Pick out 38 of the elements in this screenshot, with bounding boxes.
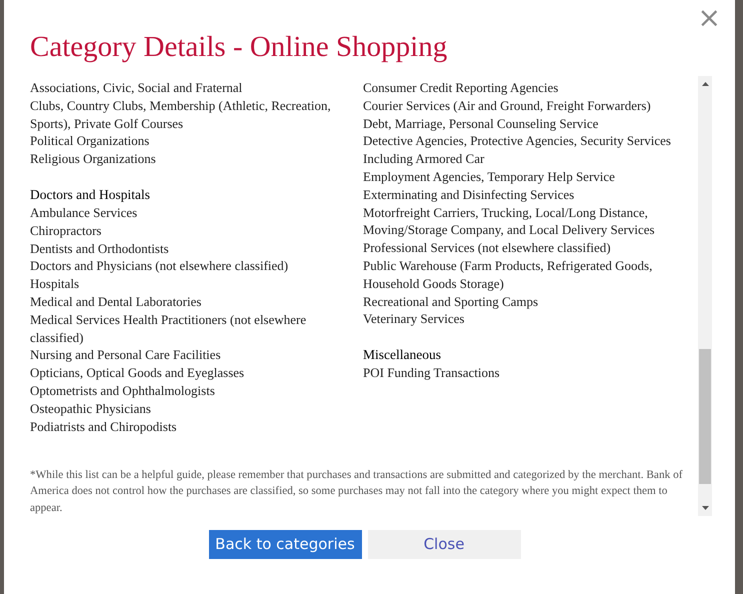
category-item: Ambulance Services	[30, 204, 138, 222]
group-heading: Doctors and Hospitals	[30, 186, 151, 204]
category-item: Debt, Marriage, Personal Counseling Service	[363, 114, 600, 132]
category-item: Including Armored Car	[363, 150, 486, 168]
scroll-down-icon[interactable]	[702, 506, 708, 510]
category-item: Medical and Dental Laboratories	[30, 292, 202, 311]
dialog-title: Category Details - Online Shopping	[30, 30, 448, 64]
close-button[interactable]: Close	[368, 530, 520, 559]
category-item: Associations, Civic, Social and Fraternal	[30, 79, 244, 97]
category-item: Opticians, Optical Goods and Eyeglasses	[30, 364, 246, 382]
category-item: Employment Agencies, Temporary Help Service	[363, 168, 616, 186]
category-item: Nursing and Personal Care Facilities	[30, 346, 222, 364]
category-item: Osteopathic Physicians	[30, 400, 152, 418]
category-item: Consumer Credit Reporting Agencies	[363, 79, 560, 97]
category-item: Clubs, Country Clubs, Membership (Athletic, Recreation, Sports), Private Golf Courses	[30, 96, 332, 132]
category-item: Dentists and Orthodontists	[30, 240, 170, 258]
category-item: Public Warehouse (Farm Products, Refrigerated Goods, Household Goods Storage)	[363, 256, 654, 293]
category-item: Medical Services Health Practitioners (not elsewhere classified)	[30, 310, 308, 346]
back-button[interactable]: Back to categories	[208, 530, 362, 559]
scrollbar-thumb[interactable]	[699, 349, 711, 484]
category-item: Exterminating and Disinfecting Services	[363, 186, 576, 204]
category-item: Podiatrists and Chiropodists	[30, 418, 178, 436]
category-item: POI Funding Transactions	[363, 364, 501, 382]
category-item: Veterinary Services	[363, 310, 466, 328]
category-item: Chiropractors	[30, 222, 102, 240]
scroll-up-icon[interactable]	[702, 82, 708, 86]
category-item: Optometrists and Ophthalmologists	[30, 382, 216, 400]
category-item: Religious Organizations	[30, 150, 157, 168]
category-item: Professional Services (not elsewhere classified)	[363, 239, 612, 257]
category-item: Political Organizations	[30, 132, 150, 150]
category-item: Doctors and Physicians (not elsewhere classified)	[30, 257, 290, 276]
category-item: Detective Agencies, Protective Agencies, Security Services	[363, 132, 672, 150]
category-item: Courier Services (Air and Ground, Freight Forwarders)	[363, 96, 652, 115]
category-item: Hospitals	[30, 275, 80, 293]
category-item: Recreational and Sporting Camps	[363, 292, 540, 310]
footnote-text: *While this list can be a helpful guide, please remember that purchases and transactions are submitted and categorized by the merchant. Bank of America does not control how the purchases are classified, so some purchases may not fall into the category where you might expect them to appear.	[30, 468, 684, 516]
group-heading: Miscellaneous	[363, 346, 442, 364]
category-item: Motorfreight Carriers, Trucking, Local/Long Distance, Moving/Storage Company, and Local Delivery Services	[363, 204, 656, 240]
